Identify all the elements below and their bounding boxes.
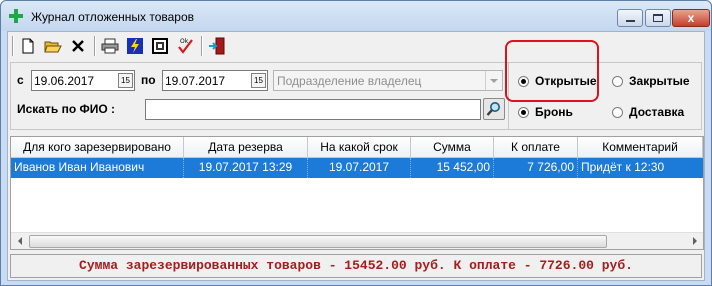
date-to-value: 19.07.2017 — [165, 74, 226, 88]
cell-client: Иванов Иван Иванович — [11, 158, 184, 178]
window-title: Журнал отложенных товаров — [31, 10, 195, 24]
close-icon: x — [687, 11, 695, 25]
radio-closed-dot — [612, 75, 623, 87]
search-icon — [486, 102, 500, 116]
date-to-label: по — [141, 73, 156, 87]
cell-sum: 15 452,00 — [411, 158, 494, 178]
column-header-comment[interactable]: Комментарий — [578, 137, 703, 158]
maximize-icon — [653, 14, 663, 22]
radio-delivery[interactable]: Доставка — [612, 105, 684, 119]
radio-delivery-dot — [612, 106, 623, 118]
column-header-reserve-date[interactable]: Дата резерва — [184, 137, 308, 158]
department-placeholder: Подразделение владелец — [277, 74, 422, 88]
new-document-icon — [22, 38, 34, 54]
image-icon — [152, 38, 168, 54]
scrollbar-thumb[interactable] — [29, 235, 607, 248]
delete-icon — [72, 40, 84, 52]
window-client-area: Ok с 19.06.2017 15 по 19.07.2017 15 Подр… — [7, 31, 705, 281]
cell-to-pay: 7 726,00 — [494, 158, 578, 178]
table-row[interactable]: Иванов Иван Иванович 19.07.2017 13:29 19… — [11, 158, 703, 178]
journal-window: Журнал отложенных товаров x Ok с 19.06.2… — [0, 0, 712, 286]
svg-text:Ok: Ok — [180, 38, 189, 45]
department-combo[interactable]: Подразделение владелец — [273, 70, 503, 91]
print-icon — [101, 38, 119, 54]
image-button[interactable] — [149, 35, 171, 57]
app-cross-icon — [9, 9, 23, 23]
title-bar[interactable]: Журнал отложенных товаров x — [1, 1, 711, 31]
exit-door-icon — [209, 37, 225, 55]
toolbar-separator — [201, 36, 203, 56]
calendar-icon[interactable]: 15 — [251, 73, 266, 88]
date-from-value: 19.06.2017 — [34, 74, 95, 88]
toolbar-separator — [94, 36, 96, 56]
lightning-button[interactable] — [124, 35, 146, 57]
search-label: Искать по ФИО : — [17, 102, 116, 116]
check-ok-icon: Ok — [178, 38, 193, 54]
column-header-sum[interactable]: Сумма — [411, 137, 494, 158]
cell-comment: Придёт к 12:30 — [581, 160, 665, 174]
scroll-right-icon[interactable] — [686, 233, 703, 249]
scroll-left-icon[interactable] — [11, 233, 28, 249]
column-header-client[interactable]: Для кого зарезервировано — [11, 137, 184, 158]
radio-delivery-label: Доставка — [629, 105, 685, 119]
summary-status-bar: Сумма зарезервированных товаров - 15452.… — [10, 254, 702, 278]
minimize-button[interactable] — [617, 9, 643, 27]
column-header-to-pay[interactable]: К оплате — [494, 137, 578, 158]
radio-reserve-dot — [518, 106, 529, 118]
horizontal-scrollbar[interactable] — [11, 232, 703, 249]
calendar-icon[interactable]: 15 — [118, 73, 133, 88]
open-button[interactable] — [42, 35, 64, 57]
radio-reserve[interactable]: Бронь — [518, 105, 573, 119]
delete-button[interactable] — [67, 35, 89, 57]
radio-highlight-frame — [505, 40, 599, 102]
toolbar-separator — [12, 36, 14, 56]
close-window-button[interactable]: x — [672, 9, 710, 27]
minimize-icon — [625, 20, 635, 22]
column-header-until[interactable]: На какой срок — [308, 137, 411, 158]
maximize-button[interactable] — [645, 9, 671, 27]
search-input[interactable] — [145, 99, 481, 120]
confirm-button[interactable]: Ok — [174, 35, 196, 57]
lightning-icon — [127, 38, 143, 54]
radio-closed-label: Закрытые — [629, 74, 690, 88]
radio-closed[interactable]: Закрытые — [612, 74, 690, 88]
search-button[interactable] — [483, 98, 505, 120]
grid-header: Для кого зарезервировано Дата резерва На… — [11, 137, 703, 158]
print-button[interactable] — [99, 35, 121, 57]
date-to-field[interactable]: 19.07.2017 15 — [162, 70, 268, 91]
cell-until: 19.07.2017 — [308, 158, 411, 178]
radio-reserve-label: Бронь — [535, 105, 573, 119]
date-from-field[interactable]: 19.06.2017 15 — [31, 70, 135, 91]
open-folder-icon — [44, 41, 62, 53]
cell-reserve-date: 19.07.2017 13:29 — [184, 158, 308, 178]
reservations-grid[interactable]: Для кого зарезервировано Дата резерва На… — [10, 136, 704, 250]
exit-button[interactable] — [206, 35, 228, 57]
date-from-label: с — [17, 73, 24, 87]
chevron-down-icon[interactable] — [485, 71, 502, 90]
new-button[interactable] — [17, 35, 39, 57]
